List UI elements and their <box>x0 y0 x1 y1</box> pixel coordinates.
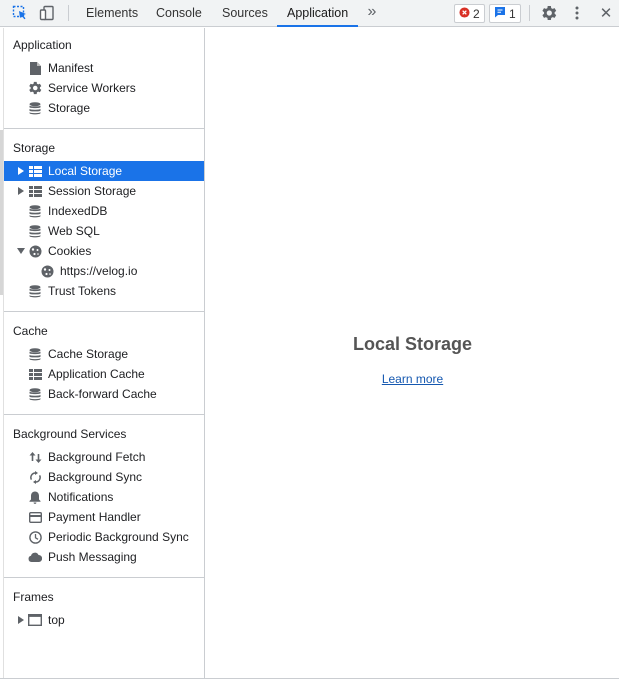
more-tabs-icon[interactable]: » <box>363 3 381 21</box>
sidebar-item-label: Cookies <box>48 244 92 258</box>
sidebar-item-label: Background Sync <box>48 470 143 484</box>
frame-window-icon <box>28 613 42 627</box>
messages-badge[interactable]: 1 <box>489 4 521 23</box>
table-grid-icon <box>28 367 42 381</box>
toolbar-separator <box>68 5 69 21</box>
errors-badge[interactable]: 2 <box>454 4 485 23</box>
scrollbar-thumb[interactable] <box>0 130 3 295</box>
inspect-element-icon[interactable] <box>11 4 29 22</box>
sidebar-item-label: Periodic Background Sync <box>48 530 189 544</box>
close-devtools-icon[interactable]: ✕ <box>597 4 615 22</box>
section-title-storage: Storage <box>13 141 56 155</box>
sidebar-item-application-cache[interactable]: Application Cache <box>4 364 204 384</box>
bottom-border <box>0 678 619 679</box>
clock-icon <box>28 530 42 544</box>
sidebar-item-label: Service Workers <box>48 81 136 95</box>
sidebar-item-label: top <box>48 613 65 627</box>
cloud-icon <box>28 550 42 564</box>
sidebar-item-payment-handler[interactable]: Payment Handler <box>4 507 204 527</box>
cookie-icon <box>28 244 42 258</box>
sidebar-item-periodic-background-sync[interactable]: Periodic Background Sync <box>4 527 204 547</box>
table-grid-icon <box>28 184 42 198</box>
sidebar-item-cookie-origin[interactable]: https://velog.io <box>4 261 204 281</box>
section-title-background-services: Background Services <box>13 427 127 441</box>
expand-arrow-icon[interactable] <box>16 181 26 201</box>
sidebar-item-frame-top[interactable]: top <box>4 610 204 630</box>
sidebar-item-background-fetch[interactable]: Background Fetch <box>4 447 204 467</box>
section-title-frames: Frames <box>13 590 54 604</box>
sidebar-item-storage[interactable]: Storage <box>4 98 204 118</box>
sidebar-item-push-messaging[interactable]: Push Messaging <box>4 547 204 567</box>
database-icon <box>28 284 42 298</box>
sidebar-item-label: Application Cache <box>48 367 145 381</box>
sidebar-item-label: https://velog.io <box>60 264 138 278</box>
page-title: Local Storage <box>352 334 473 354</box>
section-divider <box>4 311 204 312</box>
sidebar-item-trust-tokens[interactable]: Trust Tokens <box>4 281 204 301</box>
application-sidebar: Application Manifest Service Workers Sto… <box>4 28 205 678</box>
database-icon <box>28 204 42 218</box>
messages-count: 1 <box>509 6 516 21</box>
sidebar-item-label: Web SQL <box>48 224 100 238</box>
storage-main-panel: Local Storage Learn more <box>206 28 619 678</box>
learn-more-link[interactable]: Learn more <box>206 372 619 386</box>
sidebar-item-web-sql[interactable]: Web SQL <box>4 221 204 241</box>
sidebar-item-label: Cache Storage <box>48 347 129 361</box>
sidebar-item-service-workers[interactable]: Service Workers <box>4 78 204 98</box>
tab-elements[interactable]: Elements <box>76 0 148 27</box>
expand-arrow-icon[interactable] <box>16 610 26 630</box>
credit-card-icon <box>28 510 42 524</box>
sidebar-item-back-forward-cache[interactable]: Back-forward Cache <box>4 384 204 404</box>
sidebar-item-cookies[interactable]: Cookies <box>4 241 204 261</box>
sidebar-item-notifications[interactable]: Notifications <box>4 487 204 507</box>
device-toolbar-icon[interactable] <box>38 4 56 22</box>
sync-icon <box>28 470 42 484</box>
tab-application[interactable]: Application <box>277 0 359 27</box>
sidebar-item-label: Manifest <box>48 61 94 75</box>
document-icon <box>28 61 42 75</box>
section-title-cache: Cache <box>13 324 48 338</box>
database-icon <box>28 387 42 401</box>
sidebar-item-indexeddb[interactable]: IndexedDB <box>4 201 204 221</box>
tab-console[interactable]: Console <box>146 0 212 27</box>
error-icon <box>459 6 470 21</box>
sidebar-item-label: Background Fetch <box>48 450 146 464</box>
sidebar-item-label: Local Storage <box>48 164 123 178</box>
toolbar-separator <box>529 5 530 21</box>
tab-sources[interactable]: Sources <box>212 0 278 27</box>
sidebar-item-label: Back-forward Cache <box>48 387 157 401</box>
section-divider <box>4 128 204 129</box>
sidebar-item-label: Payment Handler <box>48 510 141 524</box>
sidebar-item-label: Storage <box>48 101 91 115</box>
settings-gear-icon[interactable] <box>540 4 558 22</box>
more-options-icon[interactable] <box>568 4 586 22</box>
cookie-icon <box>40 264 54 278</box>
sidebar-item-local-storage[interactable]: Local Storage <box>4 161 204 181</box>
database-icon <box>28 224 42 238</box>
errors-count: 2 <box>473 6 480 21</box>
sidebar-item-label: Trust Tokens <box>48 284 117 298</box>
sidebar-item-background-sync[interactable]: Background Sync <box>4 467 204 487</box>
gear-icon <box>28 81 42 95</box>
table-grid-icon <box>28 164 42 178</box>
expand-arrow-icon[interactable] <box>16 161 26 181</box>
section-divider <box>4 577 204 578</box>
bell-icon <box>28 490 42 504</box>
sidebar-item-label: Notifications <box>48 490 114 504</box>
collapse-arrow-icon[interactable] <box>16 241 26 261</box>
database-icon <box>28 347 42 361</box>
section-title-application: Application <box>13 38 72 52</box>
section-divider <box>4 414 204 415</box>
message-icon <box>494 6 506 21</box>
devtools-toolbar: Elements Console Sources Application » 2… <box>0 0 619 27</box>
sidebar-item-label: Session Storage <box>48 184 137 198</box>
up-down-arrows-icon <box>28 450 42 464</box>
sidebar-item-cache-storage[interactable]: Cache Storage <box>4 344 204 364</box>
sidebar-item-session-storage[interactable]: Session Storage <box>4 181 204 201</box>
sidebar-item-manifest[interactable]: Manifest <box>4 58 204 78</box>
sidebar-item-label: Push Messaging <box>48 550 137 564</box>
database-icon <box>28 101 42 115</box>
sidebar-item-label: IndexedDB <box>48 204 108 218</box>
